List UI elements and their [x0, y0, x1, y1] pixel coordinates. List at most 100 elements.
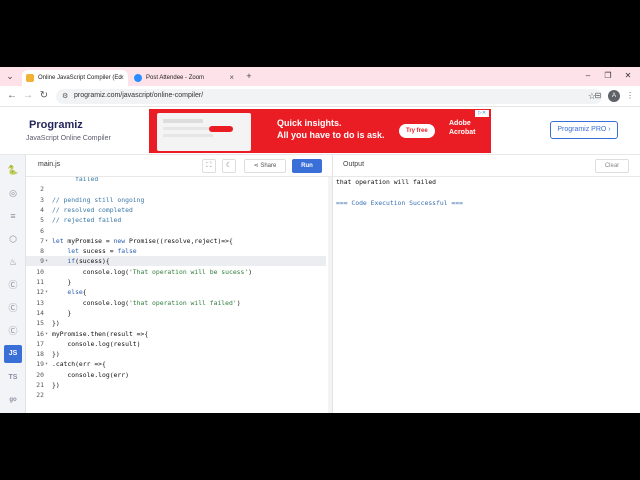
- url-field[interactable]: ⚙ programiz.com/javascript/online-compil…: [56, 89, 602, 104]
- file-tab-main-js[interactable]: main.js: [38, 161, 60, 168]
- code-token: ): [248, 267, 253, 276]
- code-text: myPromise.then(result =>{: [52, 329, 148, 339]
- code-line[interactable]: 12 ▾ else{: [26, 287, 326, 297]
- code-line[interactable]: 14 }: [26, 308, 326, 318]
- code-text: console.log(result): [52, 339, 141, 349]
- line-number: 22: [36, 391, 44, 400]
- clear-button[interactable]: Clear: [595, 159, 629, 173]
- new-tab-icon[interactable]: +: [243, 70, 255, 82]
- sql-icon[interactable]: ≡: [4, 207, 22, 225]
- go-icon[interactable]: go: [4, 391, 22, 409]
- language-sidebar: 🐍 ◎ ≡ ⬡ ♨ Ⓒ Ⓒ Ⓒ JS TS go: [0, 155, 26, 413]
- share-button[interactable]: ⋖ Share: [244, 159, 286, 173]
- window-close-icon[interactable]: ✕: [622, 70, 634, 82]
- tab-zoom[interactable]: Post Attendee - Zoom ×: [130, 70, 238, 86]
- programiz-pro-button[interactable]: Programiz PRO ›: [550, 121, 618, 139]
- output-title: Output: [343, 161, 365, 168]
- code-line[interactable]: 9 ▾ if(sucess){: [26, 256, 326, 267]
- browser-window: ⌄ Online JavaScript Compiler (Ed × Post …: [0, 67, 640, 413]
- site-info-icon[interactable]: ⚙: [62, 92, 68, 100]
- code-line[interactable]: 6: [26, 226, 326, 236]
- restore-icon[interactable]: ❐: [602, 70, 614, 82]
- url-text[interactable]: programiz.com/javascript/online-compiler…: [74, 92, 203, 99]
- dark-mode-icon[interactable]: ☾: [222, 159, 236, 173]
- code-token: // pending still ongoing: [52, 195, 145, 204]
- python-icon[interactable]: 🐍: [4, 161, 22, 179]
- code-line[interactable]: 22: [26, 390, 326, 400]
- line-number: 3: [40, 195, 44, 204]
- line-number: 15: [36, 319, 44, 328]
- fold-arrow-icon[interactable]: ▾: [45, 256, 48, 266]
- ad-screenshot-image: [157, 113, 251, 151]
- code-text: }: [52, 308, 71, 318]
- java-icon[interactable]: ♨: [4, 253, 22, 271]
- fold-arrow-icon[interactable]: ▾: [45, 329, 48, 339]
- r-icon[interactable]: ◎: [4, 184, 22, 202]
- code-line[interactable]: 15}): [26, 318, 326, 328]
- minimize-icon[interactable]: –: [582, 70, 594, 82]
- code-line[interactable]: 10 console.log('That operation will be s…: [26, 267, 326, 277]
- code-text: console.log('That operation will be suce…: [52, 267, 252, 277]
- code-token: .catch(err =>{: [52, 360, 106, 369]
- forward-icon[interactable]: →: [22, 90, 34, 102]
- ad-headline: Quick insights. All you have to do is as…: [277, 118, 385, 140]
- code-token: if: [67, 257, 76, 266]
- close-icon[interactable]: ×: [229, 73, 234, 82]
- line-number: 18: [36, 350, 44, 359]
- code-line[interactable]: 20 console.log(err): [26, 370, 326, 380]
- output-console: that operation will failed === Code Exec…: [332, 177, 640, 413]
- code-line[interactable]: 5 // rejected failed: [26, 215, 326, 225]
- code-token: failed: [52, 177, 99, 183]
- extensions-icon[interactable]: ⊟: [592, 90, 604, 102]
- tab-online-compiler[interactable]: Online JavaScript Compiler (Ed ×: [22, 70, 128, 86]
- code-line[interactable]: 7 ▾ let myPromise = new Promise((resolve,r…: [26, 236, 326, 246]
- code-token: }): [52, 350, 60, 359]
- back-icon[interactable]: ←: [6, 90, 18, 102]
- ad-try-free-button[interactable]: Try free: [399, 124, 435, 138]
- tab-search-icon[interactable]: ⌄: [4, 70, 16, 82]
- close-icon[interactable]: ×: [119, 73, 124, 82]
- reload-icon[interactable]: ↻: [38, 90, 50, 102]
- menu-kebab-icon[interactable]: ⋮: [624, 90, 636, 102]
- code-token: false: [117, 247, 137, 256]
- ad-info-icon[interactable]: ▷✕: [475, 110, 489, 117]
- code-line[interactable]: 18}): [26, 349, 326, 359]
- typescript-icon[interactable]: TS: [4, 369, 22, 387]
- html-icon[interactable]: ⬡: [4, 230, 22, 248]
- code-line[interactable]: 8 let sucess = false: [26, 246, 326, 256]
- code-line[interactable]: 21}): [26, 380, 326, 390]
- code-token: new: [113, 236, 126, 245]
- line-number: 14: [36, 308, 44, 317]
- csharp-icon[interactable]: Ⓒ: [4, 322, 22, 340]
- cpp-icon[interactable]: Ⓒ: [4, 299, 22, 317]
- advertisement-banner[interactable]: Quick insights. All you have to do is as…: [149, 109, 491, 153]
- code-editor[interactable]: failed 2 3 // pending still ongoing 4 // reso…: [26, 177, 332, 413]
- code-line[interactable]: 11 }: [26, 277, 326, 287]
- code-token: }: [52, 278, 72, 286]
- code-line[interactable]: 2: [26, 184, 326, 194]
- code-token: }): [52, 381, 60, 389]
- fold-arrow-icon[interactable]: ▾: [45, 359, 48, 369]
- code-line[interactable]: 13 console.log('that operation will fail…: [26, 298, 326, 308]
- code-line[interactable]: 19 ▾ .catch(err =>{: [26, 359, 326, 369]
- fold-arrow-icon[interactable]: ▾: [45, 236, 48, 246]
- run-button[interactable]: Run: [292, 159, 322, 173]
- code-line[interactable]: failed: [26, 177, 326, 184]
- fullscreen-icon[interactable]: ⛶: [202, 159, 216, 173]
- code-line[interactable]: 4 // resolved completed: [26, 205, 326, 215]
- javascript-icon[interactable]: JS: [4, 345, 22, 363]
- code-text: }): [52, 318, 60, 328]
- code-token: myPromise =: [63, 236, 114, 245]
- c-icon[interactable]: Ⓒ: [4, 276, 22, 294]
- code-token: // rejected failed: [52, 216, 122, 225]
- code-text: }: [52, 277, 71, 287]
- code-text: // rejected failed: [52, 215, 121, 225]
- profile-avatar[interactable]: A: [608, 90, 620, 102]
- code-token: console.log(result): [52, 339, 141, 348]
- code-line[interactable]: 3 // pending still ongoing: [26, 195, 326, 205]
- code-line[interactable]: 17 console.log(result): [26, 339, 326, 349]
- fold-arrow-icon[interactable]: ▾: [45, 287, 48, 297]
- code-text: failed: [52, 177, 98, 184]
- code-line[interactable]: 16 ▾ myPromise.then(result =>{: [26, 329, 326, 339]
